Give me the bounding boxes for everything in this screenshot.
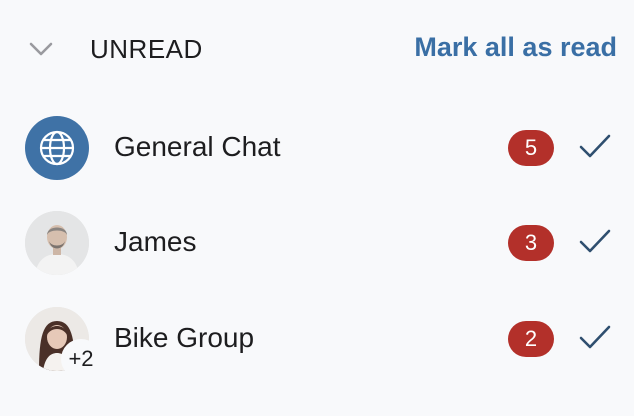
chevron-down-icon[interactable]: [28, 36, 54, 62]
unread-count-badge: 5: [508, 130, 554, 166]
chat-row-bike-group[interactable]: +2 Bike Group 2: [0, 296, 634, 382]
chat-name: James: [114, 226, 197, 257]
chat-row-james[interactable]: James 3: [0, 200, 634, 286]
group-avatar: +2: [25, 307, 105, 379]
avatar: [25, 211, 89, 275]
chat-name: General Chat: [114, 131, 281, 162]
globe-icon: [25, 116, 89, 180]
extra-members-badge: +2: [61, 339, 101, 379]
chat-row-general-chat[interactable]: General Chat 5: [0, 105, 634, 191]
chat-name: Bike Group: [114, 322, 255, 353]
unread-panel: UNREAD Mark all as read General Chat 5 J…: [0, 0, 634, 416]
mark-read-check-icon[interactable]: [578, 322, 612, 352]
unread-count-badge: 3: [508, 225, 554, 261]
section-header: UNREAD Mark all as read: [0, 22, 634, 80]
unread-count-badge: 2: [508, 321, 554, 357]
mark-read-check-icon[interactable]: [578, 131, 612, 161]
mark-all-as-read-button[interactable]: Mark all as read: [414, 32, 617, 63]
mark-read-check-icon[interactable]: [578, 226, 612, 256]
section-title: UNREAD: [90, 34, 203, 64]
